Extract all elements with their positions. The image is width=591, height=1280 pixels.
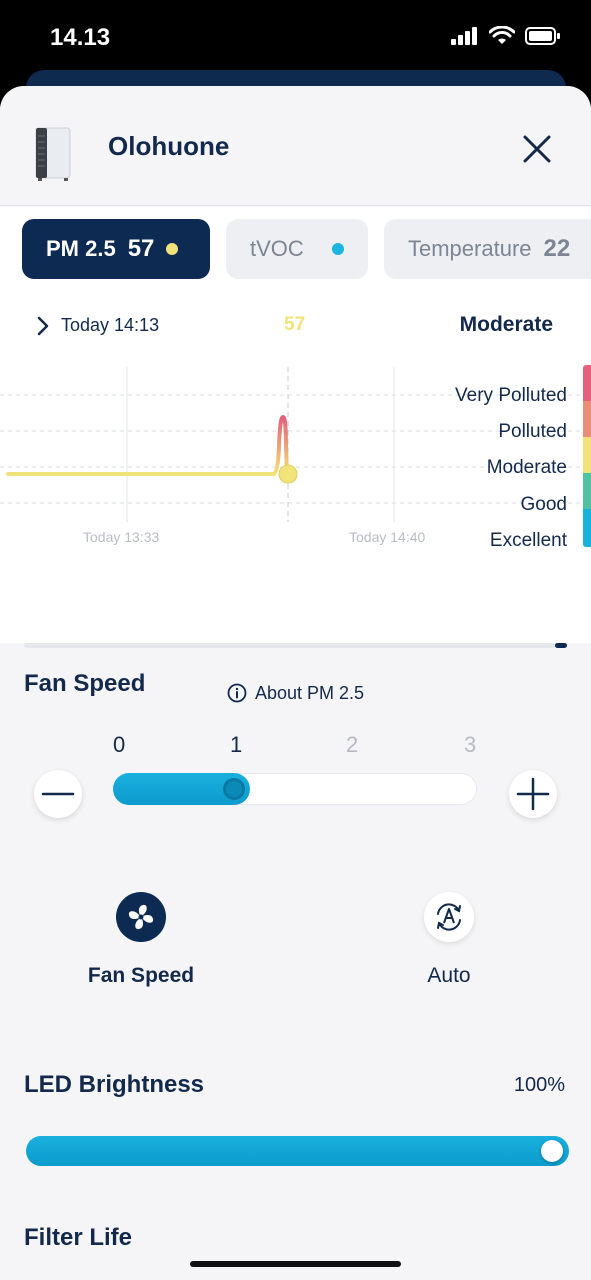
x-tick-label: Today 14:40 [349, 529, 426, 545]
level-very-polluted: Very Polluted [455, 385, 567, 406]
plus-icon [516, 777, 550, 811]
led-brightness-slider[interactable] [26, 1136, 569, 1166]
fan-speed-slider[interactable] [113, 773, 477, 805]
status-icons [451, 26, 561, 46]
series-current-point [278, 464, 298, 484]
scale-moderate [583, 437, 591, 473]
tab-tvoc-label: tVOC [250, 236, 304, 261]
air-purifier-icon [35, 127, 71, 181]
led-brightness-title: LED Brightness [24, 1071, 205, 1098]
chart-selected-value: 57 [284, 314, 306, 335]
tab-pm25-label: PM 2.5 [46, 236, 116, 261]
home-indicator [190, 1261, 401, 1267]
level-good: Good [520, 494, 567, 515]
fan-speed-increase-button[interactable] [509, 770, 557, 818]
fan-speed-decrease-button[interactable] [34, 770, 82, 818]
status-bar: 14.13 [0, 0, 591, 80]
info-icon [227, 683, 247, 703]
fan-speed-level-0: 0 [113, 732, 126, 757]
scale-excellent [583, 509, 591, 547]
chart-gridlines [0, 394, 591, 504]
fan-speed-level-3: 3 [464, 732, 477, 757]
mode-auto-circle [424, 892, 474, 942]
mode-auto-label: Auto [427, 964, 471, 987]
level-polluted: Polluted [498, 421, 567, 442]
chart-scrollbar-thumb[interactable] [555, 643, 567, 648]
signal-icon [451, 27, 477, 45]
tab-tvoc[interactable]: tVOC [226, 219, 368, 279]
auto-mode-icon [437, 903, 461, 931]
fan-speed-level-1: 1 [230, 732, 243, 757]
filter-life-title: Filter Life [24, 1224, 133, 1251]
tab-pm25-value: 57 [127, 235, 155, 262]
level-excellent: Excellent [489, 530, 567, 551]
scale-very-polluted [583, 365, 591, 401]
fan-speed-slider-knob[interactable] [223, 778, 245, 800]
chevron-right-icon[interactable] [36, 315, 50, 337]
scale-polluted [583, 401, 591, 437]
device-sheet: Olohuone PM 2.5 57 tVOC Temperature 22 T… [0, 86, 591, 1280]
chart-info-row: Today 14:13 57 Moderate [0, 307, 591, 347]
wifi-icon [489, 26, 515, 44]
x-tick-label: Today 13:33 [83, 529, 160, 545]
tab-temperature-label: Temperature [408, 236, 532, 261]
fan-speed-level-2: 2 [346, 732, 359, 757]
chart-scrollbar[interactable] [24, 643, 567, 648]
fan-speed-title: Fan Speed [24, 670, 146, 697]
air-quality-panel: PM 2.5 57 tVOC Temperature 22 Today 14:1… [0, 207, 591, 703]
chart-selected-time: Today 14:13 [61, 315, 160, 335]
pm25-chart[interactable]: Very Polluted Polluted Moderate Good Exc… [0, 357, 591, 557]
mode-fan-speed-circle [116, 892, 166, 942]
battery-icon [525, 27, 560, 45]
mode-fan-speed-label: Fan Speed [87, 964, 195, 987]
tab-temperature-value: 22 [543, 235, 571, 262]
chart-level-status: Moderate [459, 313, 553, 336]
led-brightness-slider-knob[interactable] [541, 1140, 563, 1162]
tab-pm25-status-dot [166, 243, 179, 255]
device-name: Olohuone [108, 131, 230, 161]
mode-fan-speed-button[interactable]: Fan Speed [70, 892, 212, 988]
led-brightness-value: 100% [513, 1074, 565, 1096]
status-time: 14.13 [50, 24, 111, 51]
mode-auto-button[interactable]: Auto [378, 892, 520, 988]
metric-tabs: PM 2.5 57 tVOC Temperature 22 [22, 219, 591, 279]
fan-icon [128, 904, 154, 930]
tab-temperature[interactable]: Temperature 22 [384, 219, 591, 279]
tab-tvoc-status-dot [332, 243, 344, 255]
about-pm25-label: About PM 2.5 [254, 683, 365, 703]
sheet-header: Olohuone [0, 86, 591, 206]
minus-icon [41, 792, 75, 796]
led-brightness-slider-fill [26, 1136, 569, 1166]
tab-pm25[interactable]: PM 2.5 57 [22, 219, 210, 279]
level-moderate: Moderate [486, 457, 567, 478]
scale-good [583, 473, 591, 509]
close-button[interactable] [518, 130, 556, 168]
